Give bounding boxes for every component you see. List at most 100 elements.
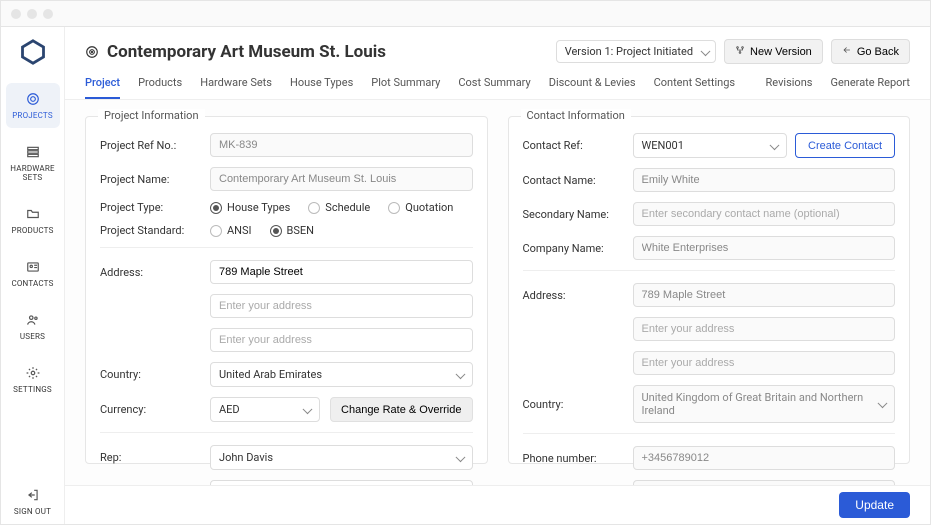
radio-schedule[interactable]: Schedule [308,201,370,214]
sidebar-item-contacts[interactable]: CONTACTS [6,251,60,296]
contact-ref-select[interactable]: WEN001 [633,133,788,158]
contact-country-value: United Kingdom of Great Britain and Nort… [642,391,864,417]
tab-house-types[interactable]: House Types [290,76,353,99]
sidebar-item-label: PRODUCTS [11,226,53,235]
project-standard-label: Project Standard: [100,224,200,237]
users-icon [25,312,41,328]
update-button[interactable]: Update [839,492,910,518]
tab-revisions[interactable]: Revisions [766,76,813,99]
contact-address2-input[interactable] [633,317,896,341]
app-logo [18,37,48,67]
create-contact-button[interactable]: Create Contact [795,133,895,158]
sidebar-item-label: SETTINGS [13,385,52,394]
project-standard-radios: ANSI BSEN [210,224,473,237]
project-name-input[interactable] [210,167,473,191]
sidebar-item-label: PROJECTS [12,111,53,120]
go-back-button[interactable]: Go Back [831,39,910,64]
address-label: Address: [100,266,200,279]
target-icon [25,91,41,107]
window-dot [11,9,21,19]
contact-address1-input[interactable] [633,283,896,307]
company-name-input[interactable] [633,236,896,260]
sidebar-item-settings[interactable]: SETTINGS [6,357,60,402]
currency-label: Currency: [100,403,200,416]
tabs: Project Products Hardware Sets House Typ… [85,76,910,99]
address-line1-input[interactable] [210,260,473,284]
project-type-radios: House Types Schedule Quotation [210,201,473,214]
radio-bsen[interactable]: BSEN [270,224,314,237]
project-ref-label: Project Ref No.: [100,139,200,152]
tab-generate-report[interactable]: Generate Report [830,76,910,99]
gear-icon [25,365,41,381]
tab-hardware-sets[interactable]: Hardware Sets [200,76,272,99]
tab-products[interactable]: Products [138,76,182,99]
window-dot [43,9,53,19]
titlebar [1,1,930,27]
address-line3-input[interactable] [210,328,473,352]
project-ref-input[interactable] [210,133,473,157]
target-icon [85,45,99,59]
folder-icon [25,206,41,222]
radio-quotation[interactable]: Quotation [388,201,453,214]
new-version-button[interactable]: New Version [724,39,823,64]
window-dot [27,9,37,19]
contact-ref-label: Contact Ref: [523,139,623,152]
phone-input[interactable] [633,446,896,470]
tab-project[interactable]: Project [85,76,120,99]
contact-country-label: Country: [523,398,623,411]
radio-label: Quotation [405,201,453,214]
tab-content-settings[interactable]: Content Settings [654,76,736,99]
contact-address3-input[interactable] [633,351,896,375]
version-select-value: Version 1: Project Initiated [565,45,693,58]
sidebar-item-projects[interactable]: PROJECTS [6,83,60,128]
radio-house-types[interactable]: House Types [210,201,290,214]
radio-label: Schedule [325,201,370,214]
version-select[interactable]: Version 1: Project Initiated [556,40,716,63]
sidebar: PROJECTS HARDWARE SETS PRODUCTS CONTACTS… [1,27,65,524]
project-type-label: Project Type: [100,201,200,214]
phone-label: Phone number: [523,452,623,465]
country-value: United Arab Emirates [219,368,322,381]
page-title: Contemporary Art Museum St. Louis [107,42,386,62]
rep-select[interactable]: John Davis [210,445,473,470]
card-title: Contact Information [521,109,631,122]
id-card-icon [25,259,41,275]
contact-info-card: Contact Information Contact Ref: WEN001 … [508,116,911,464]
sidebar-item-label: USERS [20,332,45,341]
sidebar-item-products[interactable]: PRODUCTS [6,198,60,243]
footer: Update [65,485,930,524]
rep-label: Rep: [100,451,200,464]
country-label: Country: [100,368,200,381]
change-rate-button[interactable]: Change Rate & Override [330,397,473,422]
company-name-label: Company Name: [523,242,623,255]
branch-icon [735,45,745,58]
rep-value: John Davis [219,451,273,464]
contact-country-select[interactable]: United Kingdom of Great Britain and Nort… [633,385,896,423]
radio-label: ANSI [227,224,252,237]
radio-label: House Types [227,201,290,214]
project-name-label: Project Name: [100,173,200,186]
contact-address-label: Address: [523,289,623,302]
tab-plot-summary[interactable]: Plot Summary [371,76,440,99]
sidebar-item-users[interactable]: USERS [6,304,60,349]
tab-cost-summary[interactable]: Cost Summary [458,76,530,99]
contact-ref-value: WEN001 [642,139,684,152]
secondary-name-input[interactable] [633,202,896,226]
stack-icon [25,144,41,160]
header: Contemporary Art Museum St. Louis Versio… [65,27,930,100]
sidebar-item-hardware-sets[interactable]: HARDWARE SETS [6,136,60,190]
sidebar-item-signout[interactable]: SIGN OUT [6,479,60,524]
address-line2-input[interactable] [210,294,473,318]
currency-select[interactable]: AED [210,397,320,422]
go-back-label: Go Back [857,46,899,58]
radio-ansi[interactable]: ANSI [210,224,252,237]
sidebar-item-label: HARDWARE SETS [6,164,60,182]
currency-value: AED [219,403,240,416]
sidebar-item-label: CONTACTS [11,279,53,288]
tab-discount-levies[interactable]: Discount & Levies [549,76,636,99]
sidebar-item-label: SIGN OUT [14,507,51,516]
contact-name-label: Contact Name: [523,174,623,187]
contact-name-input[interactable] [633,168,896,192]
new-version-label: New Version [750,46,812,58]
country-select[interactable]: United Arab Emirates [210,362,473,387]
